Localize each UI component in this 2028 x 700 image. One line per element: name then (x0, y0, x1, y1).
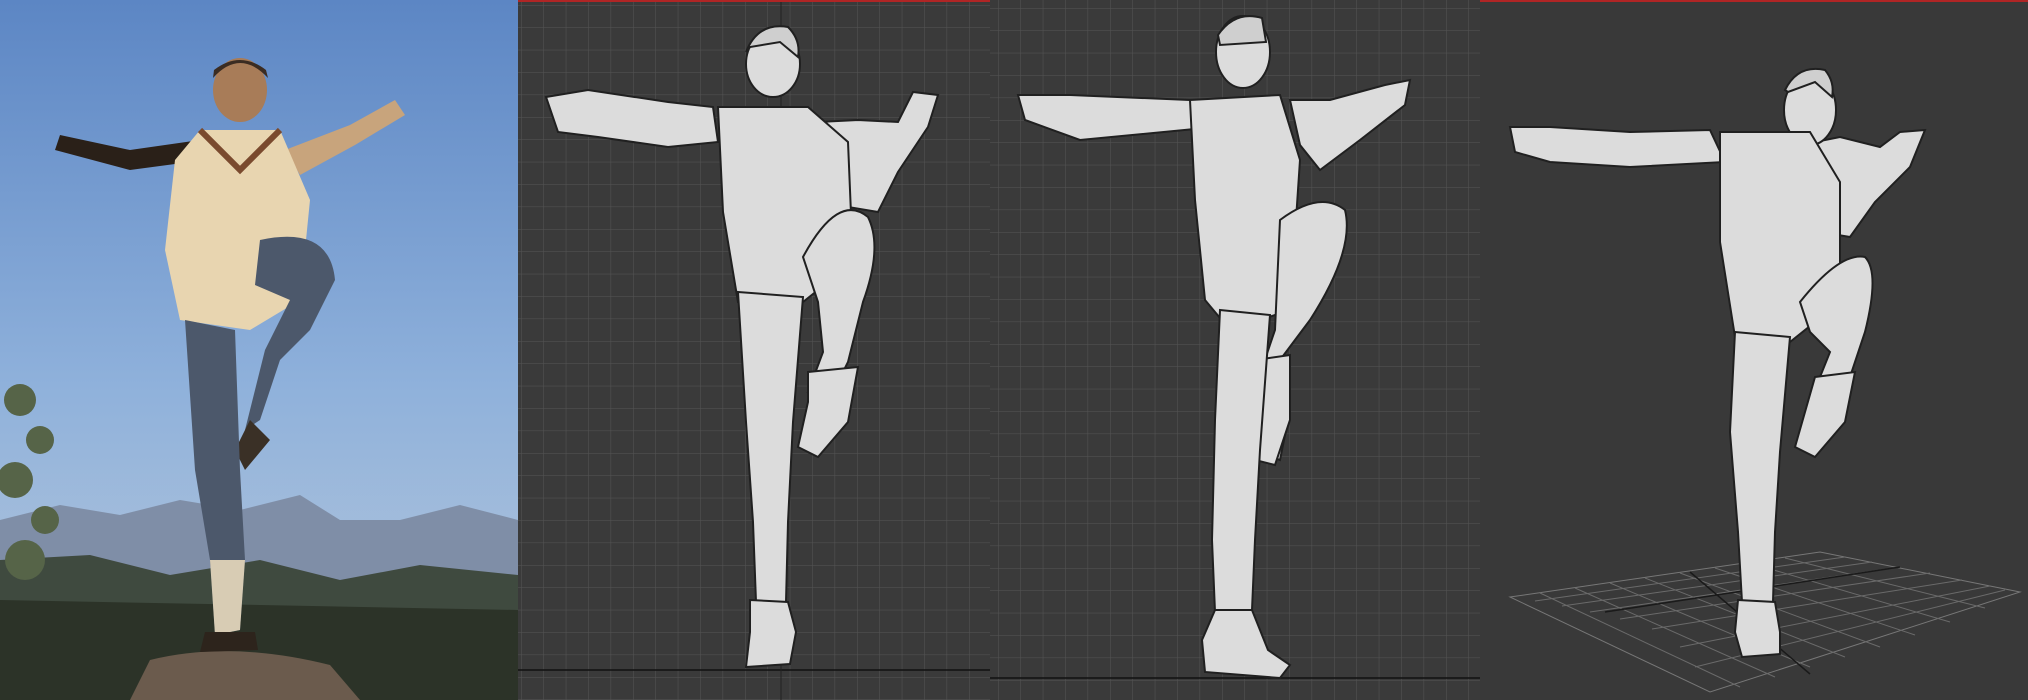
perspective-viewport-canvas[interactable] (1480, 2, 2028, 700)
image-strip (0, 0, 2028, 700)
reference-photo-panel (0, 0, 518, 700)
front-viewport-canvas[interactable] (518, 2, 990, 700)
reference-photo (0, 0, 518, 700)
front-viewport[interactable] (518, 0, 990, 700)
side-viewport-canvas[interactable] (990, 0, 1480, 700)
side-viewport[interactable] (990, 0, 1480, 700)
perspective-viewport[interactable] (1480, 0, 2028, 700)
